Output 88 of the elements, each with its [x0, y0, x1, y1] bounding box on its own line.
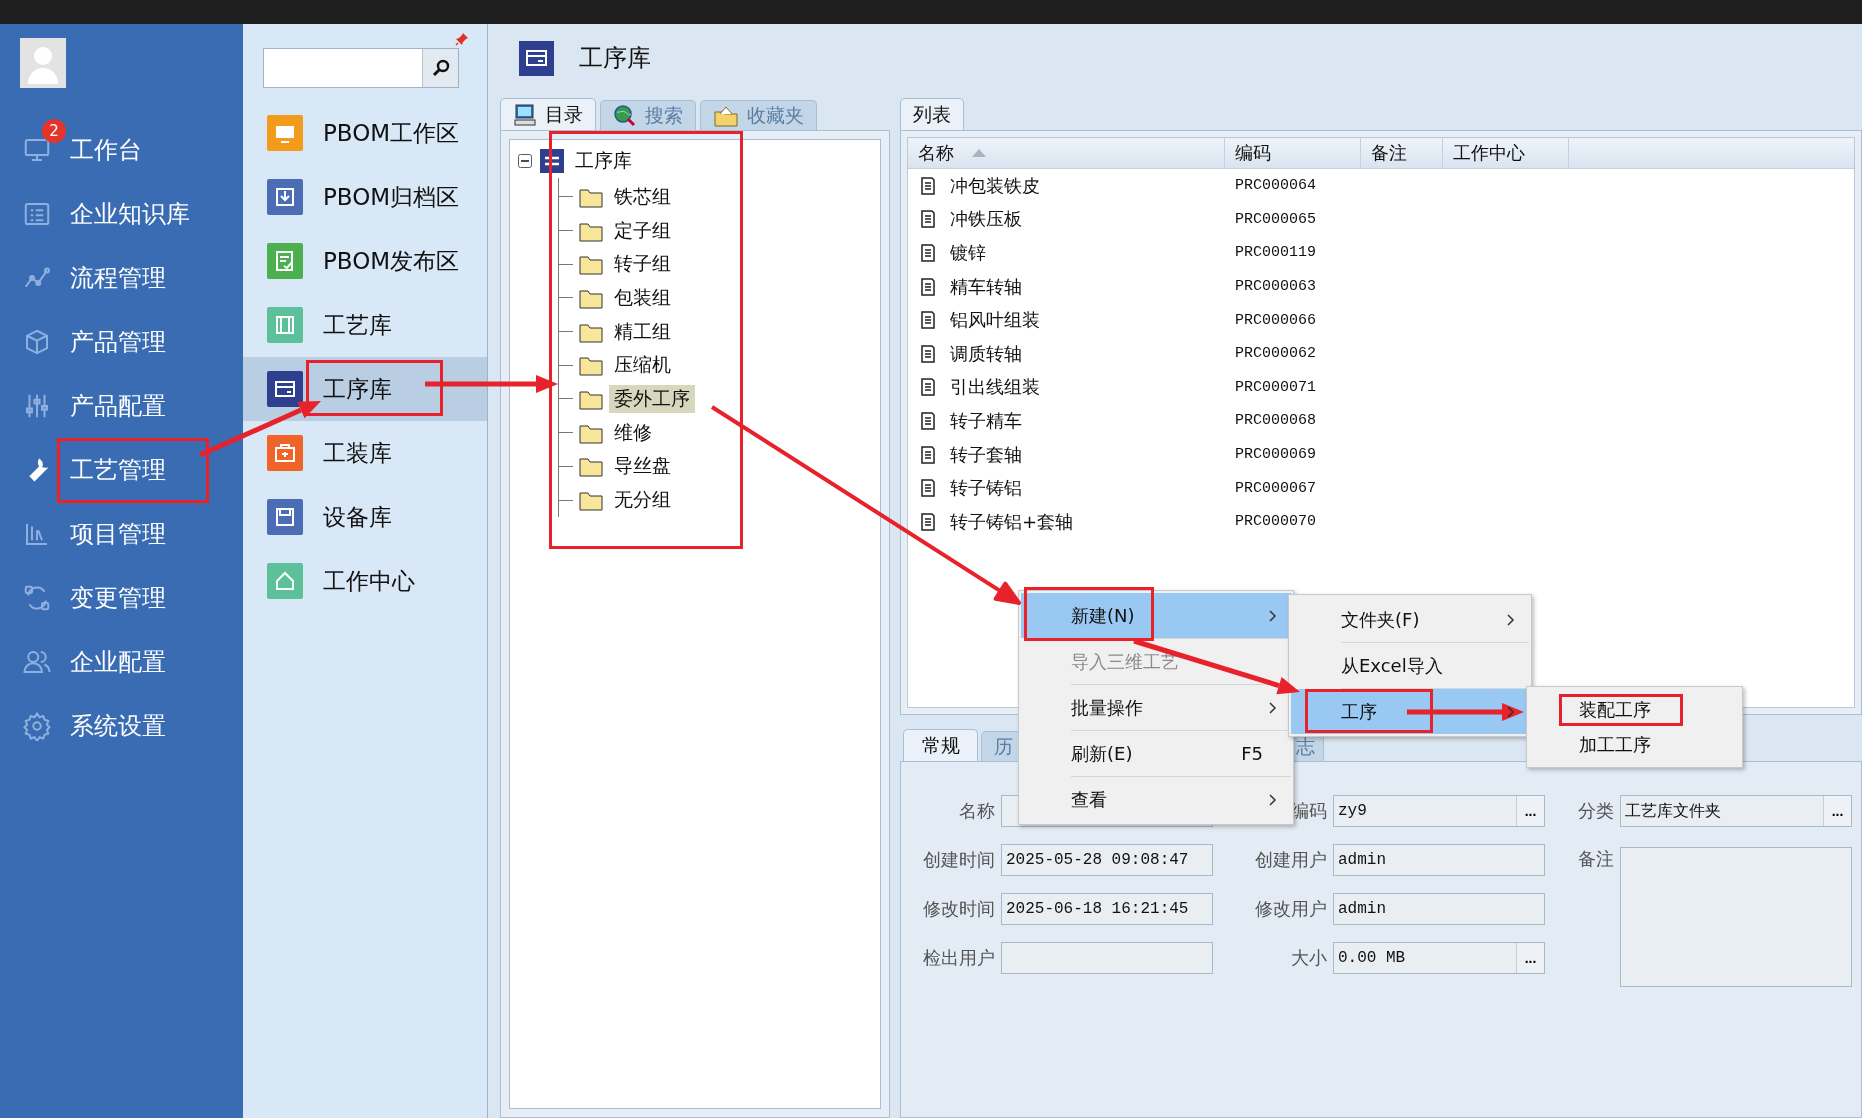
- nav-item[interactable]: 工艺管理: [0, 438, 243, 502]
- nav-item[interactable]: 2 工作台: [0, 118, 243, 182]
- table-cell: PRC000065: [1235, 210, 1316, 228]
- table-cell: 转子铸铝: [950, 476, 1022, 501]
- table-cell: PRC000070: [1235, 513, 1316, 531]
- table-cell: 转子套轴: [950, 442, 1022, 467]
- table-cell: 铝风叶组装: [950, 308, 1040, 333]
- table-cell: PRC000062: [1235, 345, 1316, 363]
- column-header[interactable]: 工作中心: [1443, 138, 1569, 168]
- column-header[interactable]: 名称: [908, 138, 1225, 168]
- tree-item[interactable]: 无分组: [609, 486, 676, 515]
- menu-item[interactable]: 刷新(E) F5: [1021, 731, 1291, 776]
- table-cell: PRC000068: [1235, 412, 1316, 430]
- text-field[interactable]: 2025-05-28 09:08:47: [1001, 844, 1213, 876]
- field-label: 修改时间: [923, 897, 995, 921]
- tree-item[interactable]: 包装组: [609, 283, 676, 312]
- table-cell: PRC000063: [1235, 278, 1316, 296]
- table-cell: 冲铁压板: [950, 207, 1022, 232]
- nav-item[interactable]: 流程管理: [0, 246, 243, 310]
- page-title: 工序库: [579, 43, 651, 74]
- table-cell: PRC000067: [1235, 479, 1316, 497]
- sub-nav-item[interactable]: PBOM工作区: [243, 101, 487, 165]
- nav-item[interactable]: 企业知识库: [0, 182, 243, 246]
- tree-item[interactable]: 委外工序: [609, 384, 695, 413]
- shortcut-label: F5: [1241, 743, 1263, 764]
- table-cell: 镀锌: [950, 241, 986, 265]
- field-label: 分类: [1578, 799, 1614, 823]
- menu-item[interactable]: 装配工序: [1529, 692, 1740, 727]
- table-cell: 引出线组装: [950, 375, 1040, 400]
- nav-item[interactable]: 系统设置: [0, 694, 243, 758]
- field-label: 大小: [1291, 946, 1327, 970]
- text-field[interactable]: 2025-06-18 16:21:45: [1001, 893, 1213, 925]
- column-header[interactable]: 备注: [1361, 138, 1443, 168]
- sub-nav-item[interactable]: 设备库: [243, 485, 487, 549]
- table-cell: 调质转轴: [950, 341, 1022, 366]
- tree-item[interactable]: 导丝盘: [609, 452, 676, 481]
- browse-button[interactable]: ...: [1516, 943, 1544, 973]
- sub-nav-item[interactable]: 工作中心: [243, 549, 487, 613]
- tree-item[interactable]: 维修: [609, 418, 657, 447]
- nav-item[interactable]: 企业配置: [0, 630, 243, 694]
- nav-item[interactable]: 产品管理: [0, 310, 243, 374]
- table-cell: 转子铸铝+套轴: [950, 509, 1074, 534]
- nav-item[interactable]: 变更管理: [0, 566, 243, 630]
- text-field[interactable]: admin: [1333, 893, 1545, 925]
- field-label: 创建用户: [1255, 848, 1327, 872]
- tab[interactable]: 目录: [500, 98, 596, 130]
- field-label: 备注: [1578, 847, 1614, 871]
- sub-nav-item[interactable]: PBOM归档区: [243, 165, 487, 229]
- nav-item[interactable]: 产品配置: [0, 374, 243, 438]
- field-label: 名称: [959, 799, 995, 823]
- field-label: 创建时间: [923, 848, 995, 872]
- tab[interactable]: 列表: [900, 98, 964, 130]
- menu-item[interactable]: 从Excel导入: [1291, 643, 1529, 688]
- tab[interactable]: 常规: [903, 729, 978, 761]
- tree-item[interactable]: 压缩机: [609, 351, 676, 380]
- menu-item[interactable]: 加工工序: [1529, 727, 1740, 762]
- sub-nav-item[interactable]: 工艺库: [243, 293, 487, 357]
- nav-item[interactable]: 项目管理: [0, 502, 243, 566]
- tree-item[interactable]: 定子组: [609, 216, 676, 245]
- notification-badge: 2: [42, 119, 66, 143]
- menu-item[interactable]: 新建(N): [1021, 593, 1291, 638]
- menu-item[interactable]: 文件夹(F): [1291, 597, 1529, 642]
- table-cell: PRC000064: [1235, 177, 1316, 195]
- browse-button[interactable]: ...: [1823, 796, 1851, 826]
- table-cell: 精车转轴: [950, 274, 1022, 299]
- table-cell: PRC000119: [1235, 244, 1316, 262]
- tree-item[interactable]: 精工组: [609, 317, 676, 346]
- field-label: 修改用户: [1255, 897, 1327, 921]
- table-cell: 转子精车: [950, 408, 1022, 433]
- tree-item[interactable]: 铁芯组: [609, 182, 676, 211]
- table-cell: PRC000071: [1235, 378, 1316, 396]
- sub-nav-item[interactable]: 工序库: [243, 357, 487, 421]
- menu-item[interactable]: 批量操作: [1021, 685, 1291, 730]
- sub-nav-item[interactable]: PBOM发布区: [243, 229, 487, 293]
- menu-item[interactable]: 查看: [1021, 777, 1291, 822]
- field-label: 检出用户: [923, 946, 995, 970]
- browse-button[interactable]: ...: [1516, 796, 1544, 826]
- table-cell: PRC000066: [1235, 311, 1316, 329]
- column-header[interactable]: 编码: [1225, 138, 1361, 168]
- table-cell: 冲包装铁皮: [950, 173, 1040, 198]
- tree-item[interactable]: 转子组: [609, 250, 676, 279]
- picker-field[interactable]: 0.00 MB ...: [1333, 942, 1545, 974]
- table-cell: PRC000069: [1235, 446, 1316, 464]
- picker-field[interactable]: zy9 ...: [1333, 795, 1545, 827]
- text-field[interactable]: admin: [1333, 844, 1545, 876]
- picker-field[interactable]: 工艺库文件夹 ...: [1620, 795, 1852, 827]
- tree-item[interactable]: 工序库: [570, 147, 637, 175]
- sub-nav-item[interactable]: 工装库: [243, 421, 487, 485]
